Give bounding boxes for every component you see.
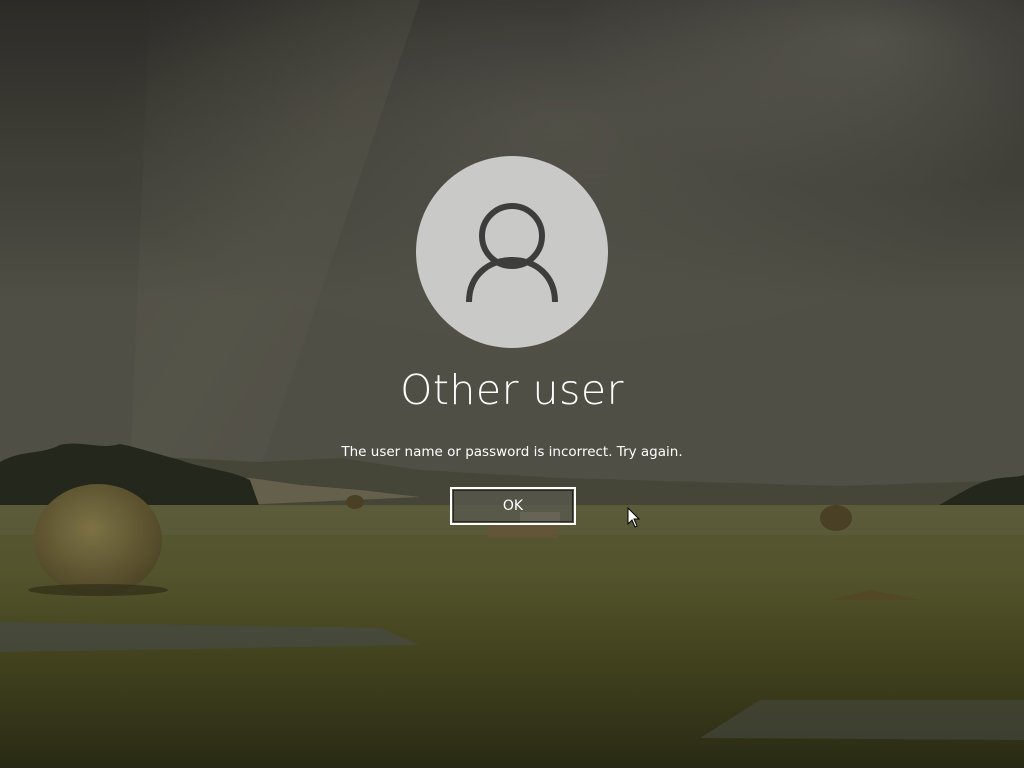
user-avatar (416, 156, 608, 348)
ok-button[interactable]: OK (450, 487, 576, 525)
login-error-message: The user name or password is incorrect. … (341, 444, 683, 460)
mouse-pointer-icon (627, 507, 641, 528)
ok-button-label: OK (502, 498, 524, 514)
user-name-title: Other user (400, 366, 624, 414)
lock-screen: Other user The user name or password is … (0, 0, 1024, 768)
user-silhouette-icon (466, 203, 558, 303)
